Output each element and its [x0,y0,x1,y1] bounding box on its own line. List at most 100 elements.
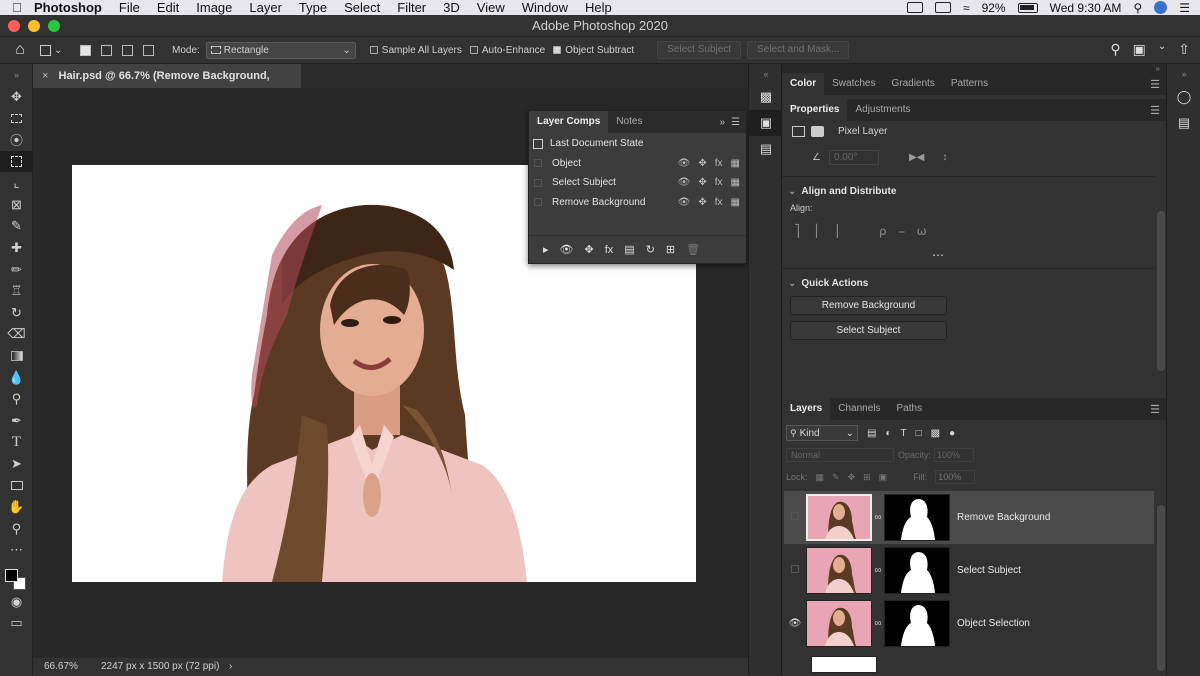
gradient-tool-icon[interactable] [0,345,33,367]
eyedropper-tool-icon[interactable]: ✎ [0,216,33,238]
tab-patterns[interactable]: Patterns [943,73,996,95]
quick-mask-icon[interactable]: ◉ [0,591,33,613]
filter-adjustment-icon[interactable]: ◐ [885,428,891,439]
delete-comp-icon[interactable]: 🗑 [686,243,700,256]
remove-background-button[interactable]: Remove Background [790,296,947,315]
lasso-tool-icon[interactable]: ⦿ [0,129,33,151]
menu-view[interactable]: View [477,0,505,15]
layer-row[interactable]: ∞ Remove Background [784,491,1154,544]
layer-row[interactable]: 👁 ∞ Object Selection [784,597,1154,650]
tab-layer-comps[interactable]: Layer Comps [529,111,609,133]
layer-name[interactable]: Select Subject [957,565,1021,576]
menu-select[interactable]: Select [344,0,380,15]
layer-visibility-toggle[interactable] [784,512,806,523]
tab-channels[interactable]: Channels [830,398,888,420]
menu-edit[interactable]: Edit [157,0,179,15]
menu-help[interactable]: Help [585,0,612,15]
layer-comp-row[interactable]: Object 👁 ✥ fx ▦ [529,154,746,174]
lock-image-icon[interactable]: ✎ [832,472,840,483]
frame-tool-icon[interactable]: ⊠ [0,194,33,216]
clock[interactable]: Wed 9:30 AM [1050,1,1122,15]
visibility-icon[interactable]: 👁 [678,197,691,208]
collapse-dock-icon[interactable]: « [749,64,783,84]
healing-brush-tool-icon[interactable]: ✚ [0,237,33,259]
tab-layers[interactable]: Layers [782,398,831,420]
align-distribute-header[interactable]: ⌄ Align and Distribute [782,186,896,197]
layer-comp-row[interactable]: Remove Background 👁 ✥ fx ▦ [529,193,746,213]
align-center-icon[interactable]: ⎪ [812,224,821,239]
fill-input[interactable]: 100% [935,470,976,484]
object-subtract-checkbox[interactable]: Object Subtract [553,45,634,56]
intersect-selection-icon[interactable] [143,44,154,56]
chevron-down-icon[interactable]: ⌄ [1158,41,1166,58]
type-tool-icon[interactable]: T [0,432,33,454]
layer-comps-icon[interactable]: ▣ [749,110,783,136]
menu-layer[interactable]: Layer [249,0,282,15]
align-middle-icon[interactable]: ⎯ [899,224,905,239]
learn-lightbulb-icon[interactable]: ◯ [1167,84,1200,110]
background-layer-thumbnail[interactable] [811,656,877,673]
tab-color[interactable]: Color [782,73,825,95]
tab-gradients[interactable]: Gradients [883,73,942,95]
layers-scrollbar[interactable] [1157,505,1165,671]
blend-mode-select[interactable]: Normal [786,448,894,462]
fx-icon[interactable]: fx [715,197,723,208]
visibility-icon[interactable]: 👁 [678,177,691,188]
refresh-icon[interactable]: ↻ [646,243,655,256]
share-icon[interactable]: ⇧ [1178,41,1190,58]
history-icon[interactable]: ▩ [749,84,783,110]
more-tools-icon[interactable]: ⋯ [0,539,33,561]
collapse-toolbar-icon[interactable]: » [0,64,33,86]
select-subject-button[interactable]: Select Subject [657,41,742,59]
zoom-level[interactable]: 66.67% [44,658,78,676]
expand-panel-icon[interactable]: » [719,117,725,128]
update-appearance-icon[interactable]: fx [605,244,614,256]
flip-horizontal-icon[interactable]: ▶◀ [909,152,924,163]
eraser-tool-icon[interactable]: ⌫ [0,324,33,346]
layer-name[interactable]: Object Selection [957,618,1030,629]
select-subject-button[interactable]: Select Subject [790,321,947,340]
move-tool-icon[interactable]: ✥ [0,86,33,108]
visibility-icon[interactable]: 👁 [678,158,691,169]
collapse-strip-icon[interactable]: » [1167,64,1200,84]
color-swatches[interactable] [0,561,33,591]
flip-vertical-icon[interactable]: ↕ [942,152,947,163]
layer-row[interactable]: ∞ Select Subject [784,544,1154,597]
marquee-tool-icon[interactable] [0,108,33,130]
wifi-icon[interactable]: ≈ [963,1,970,15]
apply-previous-icon[interactable]: ▸ [543,243,549,256]
comp-settings-icon[interactable]: ▦ [731,158,740,169]
update-position-icon[interactable]: ✥ [585,243,594,256]
menu-image[interactable]: Image [196,0,232,15]
apple-menu-icon[interactable]:  [0,0,34,15]
align-top-icon[interactable]: ⍴ [879,224,887,239]
collapse-panels-icon[interactable]: » [782,64,1166,73]
more-options-icon[interactable]: ⋯ [932,248,944,262]
select-and-mask-button[interactable]: Select and Mask... [747,41,850,59]
tab-properties[interactable]: Properties [782,99,848,121]
airplay-icon[interactable] [934,2,951,13]
document-tab[interactable]: × Hair.psd @ 66.7% (Remove Background, R… [33,64,301,106]
link-icon[interactable]: ∞ [872,512,884,523]
opacity-input[interactable]: 100% [934,448,975,462]
path-selection-tool-icon[interactable]: ➤ [0,453,33,475]
panel-menu-icon[interactable]: ☰ [1150,104,1160,117]
lock-position-icon[interactable]: ✥ [848,472,856,483]
menu-type[interactable]: Type [299,0,327,15]
sample-all-layers-checkbox[interactable]: Sample All Layers [369,45,462,56]
blur-tool-icon[interactable]: 💧 [0,367,33,389]
tab-adjustments[interactable]: Adjustments [847,99,918,121]
subtract-from-selection-icon[interactable] [122,44,133,56]
auto-enhance-checkbox[interactable]: Auto-Enhance [469,45,545,56]
link-icon[interactable]: ∞ [872,618,884,629]
layer-name[interactable]: Remove Background [957,512,1050,523]
screen-mode-icon[interactable]: ▭ [0,613,33,635]
layer-mask-thumbnail[interactable] [884,600,950,647]
lock-artboard-icon[interactable]: ⊞ [863,472,871,483]
menu-filter[interactable]: Filter [397,0,426,15]
properties-scrollbar[interactable] [1157,211,1165,371]
user-avatar-icon[interactable] [1154,1,1168,14]
close-window-button[interactable] [8,20,20,32]
layer-thumbnail[interactable] [806,494,872,541]
pen-tool-icon[interactable]: ✒ [0,410,33,432]
